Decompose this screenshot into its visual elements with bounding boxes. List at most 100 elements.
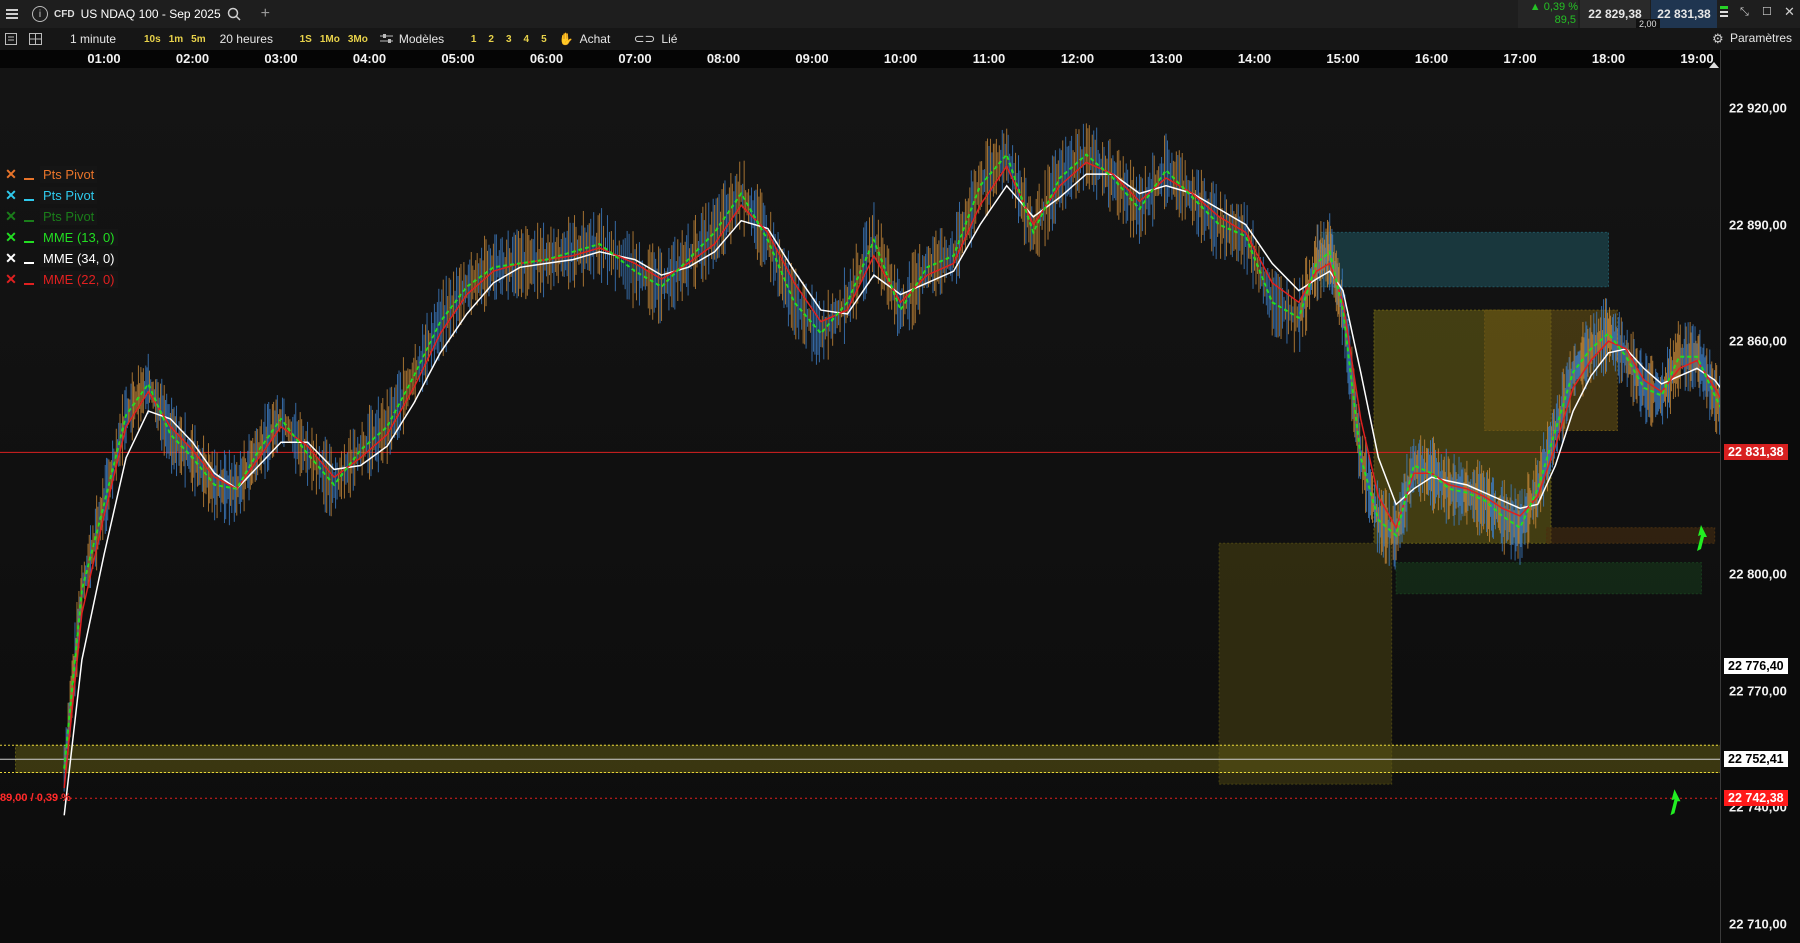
price-axis[interactable]: 22 920,00 22 890,00 22 860,00 22 800,00 22 7… xyxy=(1709,50,1800,943)
templates-icon[interactable] xyxy=(379,33,393,45)
add-tab-icon[interactable]: + xyxy=(261,5,270,23)
time-tick-label: 07:00 xyxy=(618,51,652,66)
legend-label[interactable]: MME (13, 0) xyxy=(40,229,118,246)
remove-indicator-icon[interactable]: ✕ xyxy=(4,187,18,204)
period-3mo-button[interactable]: 3Mo xyxy=(344,34,372,45)
time-tick-label: 10:00 xyxy=(883,51,918,66)
price-tick-label: 22 860,00 xyxy=(1729,333,1787,349)
title-bar: i CFD US NDAQ 100 - Sep 2025 + ▲ 0,39 % … xyxy=(0,0,1800,29)
time-tick-label: 13:00 xyxy=(1149,51,1183,66)
remove-indicator-icon[interactable]: ✕ xyxy=(4,208,18,225)
time-tick-label: 16:00 xyxy=(1414,51,1449,66)
price-tick-label: 22 800,00 xyxy=(1729,566,1787,582)
legend-item[interactable]: ✕ MME (34, 0) xyxy=(4,248,118,269)
time-tick-label: 12:00 xyxy=(1060,51,1095,66)
legend-label[interactable]: Pts Pivot xyxy=(40,166,98,183)
legend-item[interactable]: ✕ Pts Pivot xyxy=(4,185,118,206)
zone-rect-4 xyxy=(1395,562,1702,595)
zone-rect-0 xyxy=(1320,231,1609,288)
period-1s-button[interactable]: 1S xyxy=(296,34,316,45)
legend-swatch xyxy=(24,240,34,243)
instrument-name[interactable]: US NDAQ 100 - Sep 2025 xyxy=(81,7,221,21)
time-tick-label: 02:00 xyxy=(175,51,210,66)
hand-icon[interactable]: ✋ xyxy=(559,32,574,46)
axis-lock-icon[interactable] xyxy=(1709,60,1719,68)
time-tick-label: 18:00 xyxy=(1591,51,1626,66)
legend-label[interactable]: MME (22, 0) xyxy=(40,271,118,288)
legend-item[interactable]: ✕ MME (13, 0) xyxy=(4,227,118,248)
change-level-tag: 22 742,38 xyxy=(1724,790,1788,807)
templates-button[interactable]: Modèles xyxy=(393,32,461,46)
period-select[interactable]: 20 heures xyxy=(214,32,292,46)
time-tick-label: 14:00 xyxy=(1237,51,1272,66)
time-tick-label: 08:00 xyxy=(706,51,741,66)
time-tick-label: 04:00 xyxy=(352,51,387,66)
instrument-type-badge: CFD xyxy=(54,8,75,20)
remove-indicator-icon[interactable]: ✕ xyxy=(4,166,18,183)
ask-price: 22 831,38 xyxy=(1657,7,1711,21)
zone-rect-2 xyxy=(1484,309,1618,432)
price-tick-label: 22 920,00 xyxy=(1729,100,1787,116)
ask-box[interactable]: 22 831,38 xyxy=(1651,0,1717,28)
hamburger-menu-icon[interactable] xyxy=(0,0,24,28)
interval-1m-button[interactable]: 1m xyxy=(165,34,187,45)
period-1mo-button[interactable]: 1Mo xyxy=(316,34,344,45)
template-5-button[interactable]: 5 xyxy=(535,34,553,45)
legend-swatch xyxy=(24,198,34,201)
time-tick-label: 03:00 xyxy=(264,51,298,66)
change-percent: 0,39 % xyxy=(1543,1,1578,13)
settings-gear-icon[interactable]: ⚙ xyxy=(1712,31,1724,47)
legend-swatch xyxy=(24,282,34,285)
buy-button[interactable]: Achat xyxy=(574,32,634,46)
time-tick-label: 17:00 xyxy=(1503,51,1537,66)
time-tick-label: 09:00 xyxy=(795,51,829,66)
remove-indicator-icon[interactable]: ✕ xyxy=(4,250,18,267)
time-tick-label: 11:00 xyxy=(972,51,1006,66)
template-2-button[interactable]: 2 xyxy=(482,34,500,45)
change-box: ▲ 0,39 % 89,5 xyxy=(1518,0,1578,29)
link-icon[interactable]: ⊂⊃ xyxy=(634,31,656,47)
time-axis: 01:00 02:00 03:00 04:00 05:00 06:00 07:00 08:00… xyxy=(0,50,1720,68)
close-icon[interactable]: ✕ xyxy=(1784,4,1795,20)
buy-arrow-icon xyxy=(1670,789,1681,816)
indicator-green-icon xyxy=(1720,6,1730,20)
price-tick-label: 22 710,00 xyxy=(1729,916,1787,932)
band-level-tag: 22 752,41 xyxy=(1724,751,1788,768)
link-button[interactable]: Lié xyxy=(655,32,683,46)
settings-button[interactable]: Paramètres xyxy=(1724,31,1798,45)
legend-item[interactable]: ✕ Pts Pivot xyxy=(4,206,118,227)
chart-plot-area[interactable]: ✕ Pts Pivot ✕ Pts Pivot ✕ Pts Pivot ✕ MME (13, … xyxy=(0,68,1720,943)
remove-indicator-icon[interactable]: ✕ xyxy=(4,229,18,246)
interval-10s-button[interactable]: 10s xyxy=(140,34,165,45)
restore-icon[interactable]: ☐ xyxy=(1762,5,1772,18)
info-icon[interactable]: i xyxy=(32,6,48,22)
search-icon[interactable] xyxy=(227,7,241,21)
legend-item[interactable]: ✕ Pts Pivot xyxy=(4,164,118,185)
change-points: 89,5 xyxy=(1554,14,1576,26)
list-icon[interactable] xyxy=(0,33,22,45)
price-chart[interactable] xyxy=(0,68,1720,943)
chart-toolbar: 1 minute 10s 1m 5m 20 heures 1S 1Mo 3Mo … xyxy=(0,28,1800,51)
legend-label[interactable]: Pts Pivot xyxy=(40,208,98,225)
time-tick-label: 05:00 xyxy=(441,51,475,66)
time-tick-label: 15:00 xyxy=(1326,51,1360,66)
template-4-button[interactable]: 4 xyxy=(518,34,536,45)
change-line-label: 89,00 / 0,39 % xyxy=(0,792,71,804)
template-3-button[interactable]: 3 xyxy=(500,34,518,45)
price-tick-label: 22 890,00 xyxy=(1729,217,1787,233)
legend-item[interactable]: ✕ MME (22, 0) xyxy=(4,269,118,290)
legend-swatch xyxy=(24,177,34,180)
interval-5m-button[interactable]: 5m xyxy=(187,34,209,45)
legend-label[interactable]: MME (34, 0) xyxy=(40,250,118,267)
time-tick-label: 06:00 xyxy=(529,51,564,66)
time-tick-label: 01:00 xyxy=(87,51,121,66)
remove-indicator-icon[interactable]: ✕ xyxy=(4,271,18,288)
legend-label[interactable]: Pts Pivot xyxy=(40,187,98,204)
marker-price-tag: 22 776,40 xyxy=(1724,658,1788,675)
template-1-button[interactable]: 1 xyxy=(465,34,483,45)
timeframe-select[interactable]: 1 minute xyxy=(64,32,134,46)
minimize-icon[interactable]: ⤡ xyxy=(1740,6,1749,19)
layout-icon[interactable] xyxy=(24,33,46,45)
legend-swatch xyxy=(24,261,34,264)
zone-rect-5 xyxy=(1546,527,1716,544)
